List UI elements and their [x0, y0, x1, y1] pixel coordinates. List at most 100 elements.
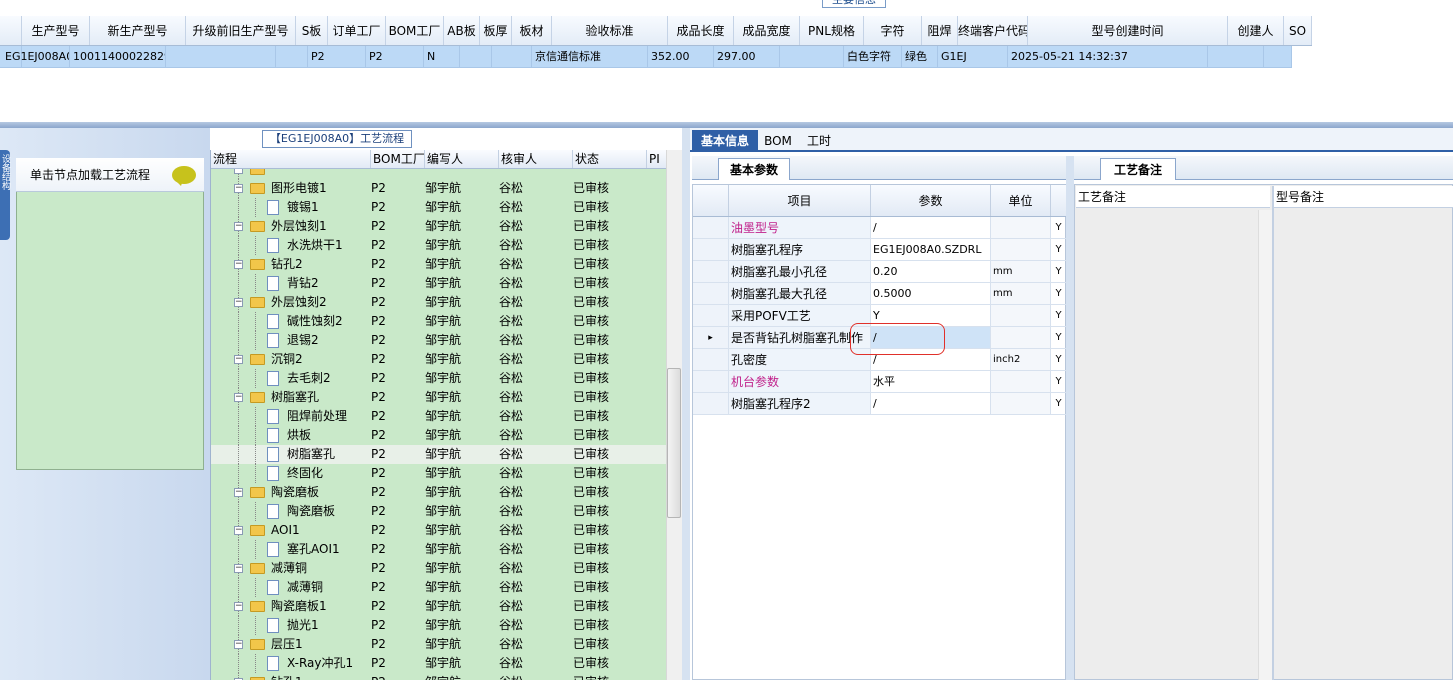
flow-node[interactable]: 抛光1	[211, 616, 371, 635]
col-header[interactable]: 板材	[512, 16, 552, 45]
tab-basic-info[interactable]: 基本信息	[692, 130, 758, 152]
col-header[interactable]: BOM工厂	[386, 16, 444, 45]
col-header[interactable]: SO	[1284, 16, 1312, 45]
collapse-toggle-icon[interactable]: −	[234, 298, 243, 307]
col-header[interactable]: PNL规格	[800, 16, 864, 45]
flow-node[interactable]: 塞孔AOI1	[211, 540, 371, 559]
grid-cell[interactable]: 京信通信标准	[532, 46, 648, 67]
param-row[interactable]: 树脂塞孔程序2/ Y	[693, 393, 1067, 415]
grid-cell[interactable]	[1208, 46, 1264, 67]
flow-row[interactable]: 镀锡1 P2 邹宇航 谷松 已审核	[211, 198, 667, 217]
flow-row[interactable]: − 减薄铜 P2 邹宇航 谷松 已审核	[211, 559, 667, 578]
tab-basic-params[interactable]: 基本参数	[718, 158, 790, 180]
flow-col-header[interactable]: 状态	[573, 150, 647, 168]
param-row[interactable]: 树脂塞孔程序 EG1EJ008A0.SZDRL Y	[693, 239, 1067, 261]
flow-node[interactable]: − 陶瓷磨板1	[211, 597, 371, 616]
param-row[interactable]: 树脂塞孔最大孔径 0.5000 mm Y	[693, 283, 1067, 305]
flow-scrollbar-thumb[interactable]	[667, 368, 681, 518]
collapse-toggle-icon[interactable]: −	[234, 640, 243, 649]
flow-row[interactable]: 阻焊前处理 P2 邹宇航 谷松 已审核	[211, 407, 667, 426]
param-value-input[interactable]: EG1EJ008A0.SZDRL	[871, 239, 991, 260]
col-header[interactable]: 升级前旧生产型号	[186, 16, 296, 45]
flow-node[interactable]: 背钻2	[211, 274, 371, 293]
collapse-toggle-icon[interactable]: −	[234, 169, 243, 174]
col-header[interactable]: 验收标准	[552, 16, 668, 45]
col-header[interactable]: 型号创建时间	[1028, 16, 1228, 45]
flow-row[interactable]: − 钻孔2 P2 邹宇航 谷松 已审核	[211, 255, 667, 274]
flow-row[interactable]: − 陶瓷磨板 P2 邹宇航 谷松 已审核	[211, 483, 667, 502]
flow-row[interactable]: 陶瓷磨板 P2 邹宇航 谷松 已审核	[211, 502, 667, 521]
flow-row[interactable]: − 外层蚀刻2 P2 邹宇航 谷松 已审核	[211, 293, 667, 312]
flow-node[interactable]: 减薄铜	[211, 578, 371, 597]
flow-col-header[interactable]: 流程	[211, 150, 371, 168]
grid-cell[interactable]	[460, 46, 492, 67]
grid-cell[interactable]: 绿色	[902, 46, 938, 67]
flow-row[interactable]: − 图形电镀1 P2 邹宇航 谷松 已审核	[211, 179, 667, 198]
flow-node[interactable]: −	[211, 169, 371, 179]
flow-col-header[interactable]: 核审人	[499, 150, 573, 168]
param-value-input[interactable]: 0.20	[871, 261, 991, 282]
grid-cell[interactable]: P2	[366, 46, 424, 67]
notes-divider[interactable]	[1272, 186, 1274, 680]
flow-row[interactable]: − 沉铜2 P2 邹宇航 谷松 已审核	[211, 350, 667, 369]
tab-work-hours[interactable]: 工时	[800, 130, 838, 152]
col-header[interactable]: 终端客户代码	[958, 16, 1028, 45]
collapse-toggle-icon[interactable]: −	[234, 564, 243, 573]
collapse-toggle-icon[interactable]: −	[234, 602, 243, 611]
flow-node[interactable]: 退锡2	[211, 331, 371, 350]
flow-row[interactable]: −	[211, 169, 667, 179]
col-header[interactable]: 新生产型号	[90, 16, 186, 45]
col-header[interactable]: 成品宽度	[734, 16, 800, 45]
flow-node[interactable]: 碱性蚀刻2	[211, 312, 371, 331]
flow-node[interactable]: − AOI1	[211, 521, 371, 540]
flow-row[interactable]: 退锡2 P2 邹宇航 谷松 已审核	[211, 331, 667, 350]
flow-node[interactable]: −钻孔1	[211, 673, 371, 680]
param-value-input[interactable]: /	[871, 393, 991, 414]
flow-row[interactable]: 水洗烘干1 P2 邹宇航 谷松 已审核	[211, 236, 667, 255]
collapse-toggle-icon[interactable]: −	[234, 222, 243, 231]
flow-row[interactable]: − AOI1 P2 邹宇航 谷松 已审核	[211, 521, 667, 540]
col-header[interactable]: 阻焊	[922, 16, 958, 45]
collapse-toggle-icon[interactable]: −	[234, 355, 243, 364]
flow-row[interactable]: − 陶瓷磨板1 P2 邹宇航 谷松 已审核	[211, 597, 667, 616]
flow-row[interactable]: 终固化 P2 邹宇航 谷松 已审核	[211, 464, 667, 483]
collapse-toggle-icon[interactable]: −	[234, 526, 243, 535]
collapse-toggle-icon[interactable]: −	[234, 488, 243, 497]
flow-node[interactable]: − 沉铜2	[211, 350, 371, 369]
grid-cell[interactable]: N	[424, 46, 460, 67]
flow-row[interactable]: 减薄铜 P2 邹宇航 谷松 已审核	[211, 578, 667, 597]
flow-row[interactable]: − 外层蚀刻1 P2 邹宇航 谷松 已审核	[211, 217, 667, 236]
flow-node[interactable]: − 钻孔2	[211, 255, 371, 274]
grid-cell[interactable]	[166, 46, 276, 67]
flow-row[interactable]: 树脂塞孔 P2 邹宇航 谷松 已审核	[211, 445, 667, 464]
flow-row[interactable]: −钻孔1P2邹宇航谷松已审核	[211, 673, 667, 680]
grid-cell[interactable]: EG1EJ008A0	[2, 46, 70, 67]
col-header[interactable]: 生产型号	[22, 16, 90, 45]
grid-cell[interactable]	[780, 46, 844, 67]
param-value-input[interactable]: 0.5000	[871, 283, 991, 304]
flow-node[interactable]: 树脂塞孔	[211, 445, 371, 464]
main-info-row[interactable]: EG1EJ008A0 10011400022829 P2 P2 N 京信通信标准 352.0…	[0, 46, 1292, 68]
flow-node[interactable]: 陶瓷磨板	[211, 502, 371, 521]
grid-cell[interactable]: G1EJ	[938, 46, 1008, 67]
collapse-toggle-icon[interactable]: −	[234, 184, 243, 193]
collapse-toggle-icon[interactable]: −	[234, 260, 243, 269]
grid-cell[interactable]	[492, 46, 532, 67]
flow-col-header[interactable]: PI	[647, 150, 667, 168]
flow-node[interactable]: 终固化	[211, 464, 371, 483]
flow-row[interactable]: 烘板 P2 邹宇航 谷松 已审核	[211, 426, 667, 445]
grid-cell[interactable]: 10011400022829	[70, 46, 166, 67]
param-row[interactable]: 树脂塞孔最小孔径 0.20 mm Y	[693, 261, 1067, 283]
col-header[interactable]: 成品长度	[668, 16, 734, 45]
flow-node[interactable]: − 陶瓷磨板	[211, 483, 371, 502]
grid-cell[interactable]	[1264, 46, 1292, 67]
flow-row[interactable]: X-Ray冲孔1 P2 邹宇航 谷松 已审核	[211, 654, 667, 673]
flow-node[interactable]: 镀锡1	[211, 198, 371, 217]
col-header[interactable]: 订单工厂	[328, 16, 386, 45]
grid-cell[interactable]: 2025-05-21 14:32:37	[1008, 46, 1208, 67]
flow-col-header[interactable]: 编写人	[425, 150, 499, 168]
flow-row[interactable]: 抛光1 P2 邹宇航 谷松 已审核	[211, 616, 667, 635]
flow-col-header[interactable]: BOM工厂	[371, 150, 425, 168]
col-header[interactable]: 字符	[864, 16, 922, 45]
vertical-splitter[interactable]	[682, 128, 690, 680]
